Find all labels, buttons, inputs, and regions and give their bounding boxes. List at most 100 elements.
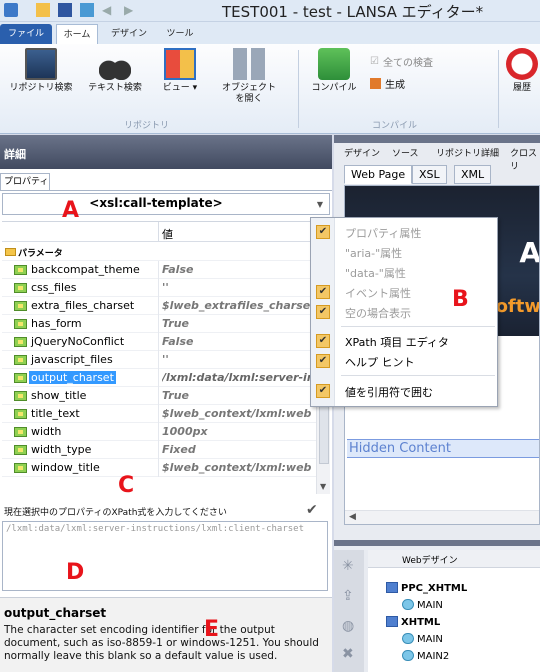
property-value[interactable]: $lweb_context/lxml:web (162, 461, 316, 474)
property-row[interactable]: backcompat_theme False (2, 261, 316, 279)
tree-node[interactable]: PPC_XHTML (386, 582, 467, 594)
property-row[interactable]: width 1000px (2, 423, 316, 441)
property-row[interactable]: css_files '' (2, 279, 316, 297)
tree-node[interactable]: MAIN2 (402, 650, 449, 662)
open-icon[interactable] (36, 3, 50, 17)
property-icon (14, 265, 27, 275)
tab-source[interactable]: ソース (392, 146, 419, 159)
checkmark-icon[interactable]: ✔ (306, 502, 318, 518)
element-selector-combo[interactable]: <xsl:call-template> ▼ (2, 193, 330, 215)
generate-button[interactable]: 生成 (370, 76, 405, 91)
property-value[interactable]: '' (162, 353, 316, 366)
column-divider (158, 351, 159, 369)
tab-properties[interactable]: プロパティ (0, 173, 50, 191)
menu-item[interactable]: ✔ 空の場合表示 (311, 302, 497, 322)
tree-node-label: MAIN (417, 634, 443, 645)
tab-xsl[interactable]: XSL (412, 165, 447, 184)
property-value[interactable]: False (162, 263, 316, 276)
repo-browse-label: リポジトリ検索 (9, 83, 73, 93)
open-object-label-1: オブジェクト (221, 83, 276, 93)
delete-icon[interactable]: ✖ (342, 646, 354, 662)
property-value[interactable]: Fixed (162, 443, 316, 456)
title-bar: ◀ ▶ TEST001 - test - LANSA エディター* (0, 0, 540, 22)
property-row[interactable]: show_title True (2, 387, 316, 405)
property-icon (14, 463, 27, 473)
all-checks-button[interactable]: ☑ 全ての検査 (370, 54, 433, 69)
property-name: has_form (31, 317, 82, 330)
property-row[interactable]: title_text $lweb_context/lxml:web (2, 405, 316, 423)
property-name: window_title (31, 461, 100, 474)
tab-file[interactable]: ファイル (0, 24, 52, 44)
chevron-left-icon[interactable]: ◀ (349, 512, 356, 522)
chevron-down-icon[interactable]: ▼ (317, 200, 323, 209)
preview-hscrollbar[interactable]: ◀ (345, 510, 539, 524)
repo-browse-button[interactable]: リポジトリ検索 (6, 48, 76, 94)
open-object-button[interactable]: オブジェクト を開く (214, 48, 284, 105)
property-value[interactable]: $lweb_context/lxml:web (162, 407, 316, 420)
panel-header: 詳細 (0, 135, 332, 169)
property-value[interactable]: '' (162, 281, 316, 294)
tab-tools[interactable]: ツール (160, 24, 200, 44)
property-value[interactable]: 1000px (162, 425, 316, 438)
export-icon[interactable] (80, 3, 94, 17)
tab-design-view[interactable]: デザイン (344, 146, 380, 159)
export-icon[interactable]: ⇪ (342, 588, 354, 604)
menu-item[interactable]: ✔ イベント属性 (311, 282, 497, 302)
property-row[interactable]: has_form True (2, 315, 316, 333)
menu-item[interactable]: "data-"属性 (311, 262, 497, 282)
compile-button[interactable]: コンパイル (308, 48, 360, 94)
ribbon-tabs: ファイル ホーム デザイン ツール (0, 22, 540, 44)
ribbon-separator-2 (498, 50, 499, 128)
text-search-button[interactable]: テキスト検索 (84, 48, 146, 94)
property-icon (14, 301, 27, 311)
property-row[interactable]: output_charset/lxml:data/lxml:server-in (2, 369, 316, 387)
property-value[interactable]: True (162, 389, 316, 402)
web-design-toolstrip: ✳ ⇪ ◍ ✖ (334, 550, 364, 672)
forward-icon[interactable]: ▶ (124, 3, 138, 17)
column-divider (158, 261, 159, 279)
view-button[interactable]: ビュー ▾ (152, 48, 208, 94)
group-repository-label: リポジトリ (124, 121, 170, 131)
property-row[interactable]: jQueryNoConflict False (2, 333, 316, 351)
menu-item[interactable]: ✔ ヘルプ ヒント (311, 351, 497, 371)
tab-repository-details[interactable]: リポジトリ詳細 (436, 146, 499, 159)
property-name: show_title (31, 389, 87, 402)
back-icon[interactable]: ◀ (102, 3, 116, 17)
generate-icon (370, 78, 381, 89)
property-value[interactable]: False (162, 335, 316, 348)
property-icon (14, 355, 27, 365)
page-icon (402, 633, 414, 644)
xpath-input[interactable]: /lxml:data/lxml:server-instructions/lxml… (2, 521, 328, 591)
tree-node[interactable]: XHTML (386, 616, 440, 628)
param-group-row[interactable]: パラメータ (2, 243, 316, 261)
add-icon[interactable]: ✳ (342, 558, 354, 574)
tree-node[interactable]: MAIN (402, 599, 443, 611)
property-row[interactable]: width_type Fixed (2, 441, 316, 459)
property-value[interactable]: /lxml:data/lxml:server-in (162, 371, 316, 384)
menu-item[interactable]: ✔ プロパティ属性 (311, 222, 497, 242)
property-row[interactable]: extra_files_charset $lweb_extrafiles_char… (2, 297, 316, 315)
tab-web-page[interactable]: Web Page (344, 165, 413, 184)
app-icon[interactable] (4, 3, 18, 17)
menu-item[interactable]: "aria-"属性 (311, 242, 497, 262)
globe-icon[interactable]: ◍ (342, 618, 354, 634)
history-button[interactable]: 履歴 (504, 48, 540, 94)
tree-node[interactable]: MAIN (402, 633, 443, 645)
menu-item[interactable]: ✔ XPath 項目 エディタ (311, 331, 497, 351)
tab-home[interactable]: ホーム (56, 24, 98, 44)
tree-node-label: MAIN2 (417, 651, 450, 662)
hidden-content-block[interactable]: Hidden Content (347, 439, 539, 458)
chevron-down-icon[interactable]: ▼ (320, 482, 326, 491)
property-name: width_type (31, 443, 92, 456)
save-icon[interactable] (58, 3, 72, 17)
folder-icon (5, 248, 16, 256)
property-value[interactable]: $lweb_extrafiles_charset (162, 299, 316, 312)
menu-item[interactable]: ✔ 値を引用符で囲む (311, 381, 497, 401)
property-row[interactable]: javascript_files '' (2, 351, 316, 369)
tab-xml[interactable]: XML (454, 165, 492, 184)
tab-design[interactable]: デザイン (104, 24, 154, 44)
property-value[interactable]: True (162, 317, 316, 330)
menu-item-label: XPath 項目 エディタ (345, 336, 449, 349)
property-row[interactable]: window_title $lweb_context/lxml:web (2, 459, 316, 477)
description-area: output_charset The character set encodin… (0, 597, 332, 672)
